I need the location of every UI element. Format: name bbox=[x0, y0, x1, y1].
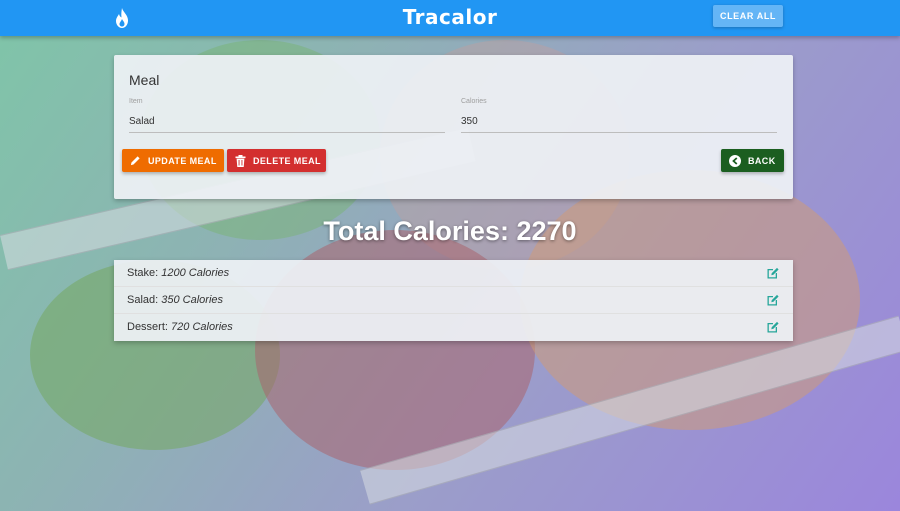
meal-calories: 720 Calories bbox=[171, 321, 233, 333]
meal-name: Dessert: bbox=[127, 321, 168, 333]
calories-label: Calories bbox=[461, 98, 487, 105]
meal-calories: 350 Calories bbox=[161, 294, 224, 306]
delete-meal-button[interactable]: DELETE MEAL bbox=[227, 149, 326, 172]
total-calories-value: 2270 bbox=[516, 216, 577, 246]
meal-text: Salad: 350 Calories bbox=[127, 294, 223, 306]
back-button[interactable]: BACK bbox=[721, 149, 784, 172]
update-meal-button[interactable]: UPDATE MEAL bbox=[122, 149, 224, 172]
meal-calories: 1200 Calories bbox=[161, 267, 230, 279]
edit-icon[interactable] bbox=[766, 320, 780, 334]
meal-text: Stake: 1200 Calories bbox=[127, 267, 229, 279]
meal-name: Stake: bbox=[127, 267, 159, 279]
card-title: Meal bbox=[129, 72, 160, 88]
total-calories: Total Calories: 2270 bbox=[0, 216, 900, 247]
clear-all-button[interactable]: CLEAR ALL bbox=[713, 5, 783, 27]
trash-icon bbox=[235, 154, 246, 167]
app-page: Tracalor CLEAR ALL Meal Item Calories UP… bbox=[0, 0, 900, 511]
list-item: Stake: 1200 Calories bbox=[114, 260, 793, 287]
item-input[interactable] bbox=[129, 110, 445, 133]
item-field: Item bbox=[129, 98, 445, 134]
arrow-left-circle-icon bbox=[729, 154, 741, 167]
meal-name: Salad: bbox=[127, 294, 159, 306]
list-item: Dessert: 720 Calories bbox=[114, 314, 793, 341]
item-label: Item bbox=[129, 98, 143, 105]
calories-input[interactable] bbox=[461, 110, 777, 133]
update-meal-label: UPDATE MEAL bbox=[148, 155, 217, 166]
pencil-icon bbox=[130, 156, 140, 166]
delete-meal-label: DELETE MEAL bbox=[253, 155, 321, 166]
total-calories-label: Total Calories: bbox=[323, 216, 509, 246]
back-label: BACK bbox=[748, 155, 776, 166]
calories-field: Calories bbox=[461, 98, 777, 134]
meal-form-card: Meal Item Calories UPDATE MEAL DELETE ME… bbox=[114, 55, 793, 199]
edit-icon[interactable] bbox=[766, 293, 780, 307]
navbar: Tracalor CLEAR ALL bbox=[0, 0, 900, 36]
meal-text: Dessert: 720 Calories bbox=[127, 321, 233, 333]
list-item: Salad: 350 Calories bbox=[114, 287, 793, 314]
meal-list: Stake: 1200 Calories Salad: 350 Calories… bbox=[114, 260, 793, 341]
edit-icon[interactable] bbox=[766, 266, 780, 280]
